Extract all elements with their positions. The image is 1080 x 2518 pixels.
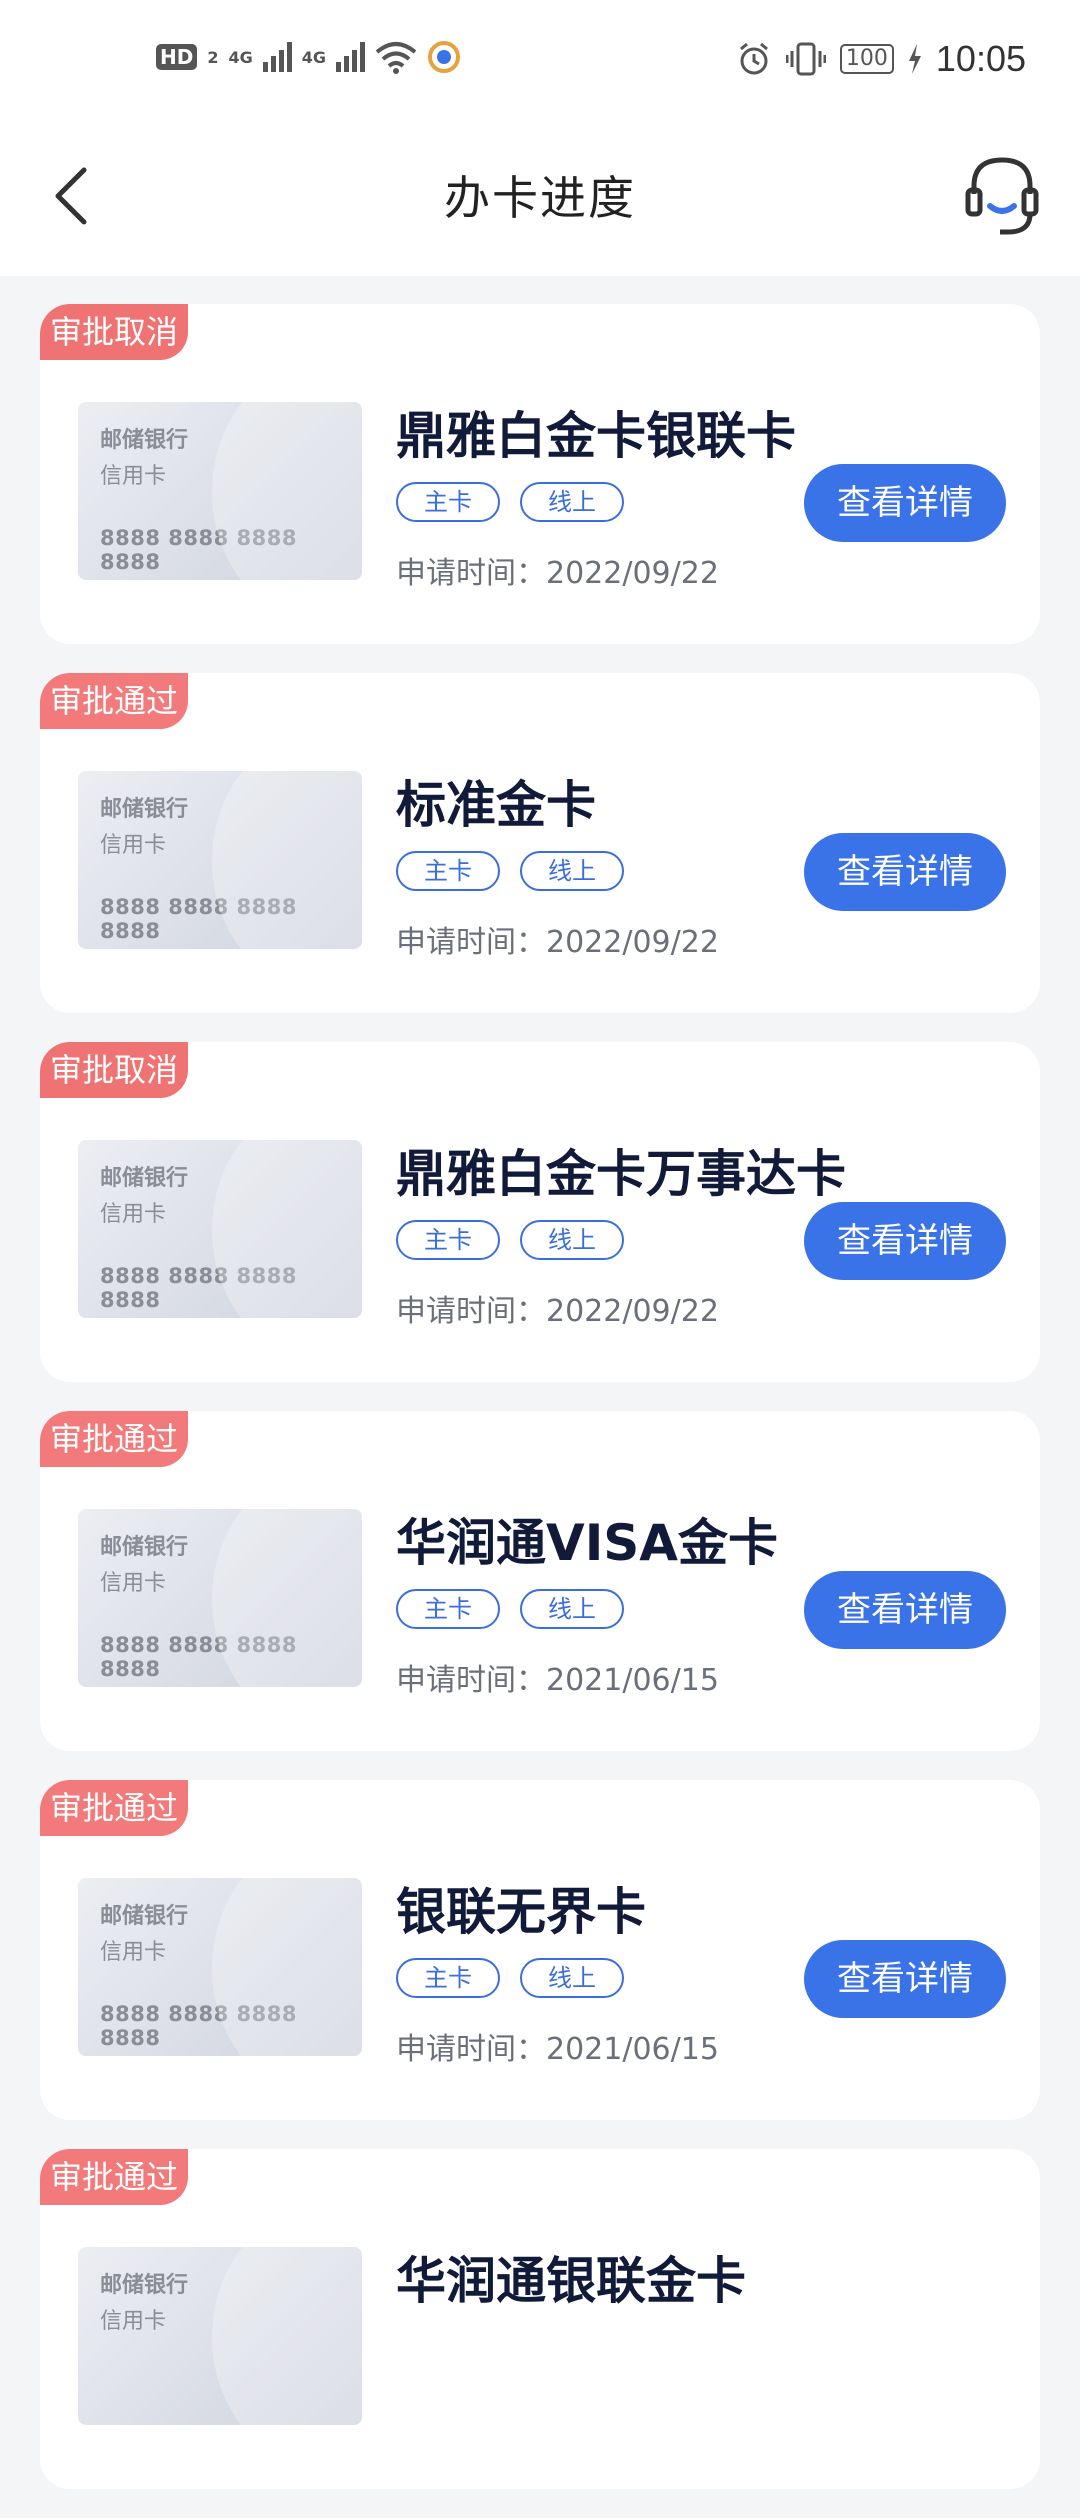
card-image-number: 8888 8888 8888 8888 (100, 1264, 297, 1312)
status-bar-right: 100 10:05 (736, 38, 1026, 80)
tag-online: 线上 (520, 482, 624, 522)
card-image-card-type: 信用卡 (100, 2309, 167, 2334)
application-card: 审批取消 邮储银行 信用卡 8888 8888 8888 8888 鼎雅白金卡银… (40, 304, 1040, 644)
signal-strength-icon-2 (336, 42, 366, 72)
page-title: 办卡进度 (444, 171, 636, 225)
vibrate-icon (785, 42, 826, 76)
battery-icon: 100 (839, 44, 894, 74)
card-product-name: 标准金卡 (396, 776, 596, 834)
card-image-card-type: 信用卡 (100, 464, 167, 489)
view-details-button[interactable]: 查看详情 (804, 1940, 1006, 2018)
alarm-icon (739, 42, 768, 75)
credit-card-image: 邮储银行 信用卡 (78, 2247, 362, 2425)
card-image-bank-name: 邮储银行 (100, 1535, 189, 1560)
application-time: 申请时间：2022/09/22 (396, 1294, 719, 1329)
card-image-number: 8888 8888 8888 8888 (100, 526, 297, 574)
approval-status-badge: 审批取消 (40, 1042, 189, 1098)
charging-icon (908, 44, 921, 74)
approval-status-badge: 审批通过 (40, 1780, 189, 1836)
app-notification-icon (428, 41, 461, 73)
tag-primary-card: 主卡 (396, 1589, 500, 1629)
approval-status-badge: 审批通过 (40, 673, 189, 729)
credit-card-image: 邮储银行 信用卡 8888 8888 8888 8888 (78, 1140, 362, 1318)
tag-primary-card: 主卡 (396, 482, 500, 522)
application-time: 申请时间：2022/09/22 (396, 925, 719, 960)
card-image-number: 8888 8888 8888 8888 (100, 895, 297, 943)
card-product-name: 华润通银联金卡 (396, 2252, 746, 2310)
application-time: 申请时间：2021/06/15 (396, 2032, 719, 2067)
view-details-button[interactable]: 查看详情 (804, 1571, 1006, 1649)
card-product-name: 鼎雅白金卡银联卡 (396, 407, 796, 465)
application-card: 审批取消 邮储银行 信用卡 8888 8888 8888 8888 鼎雅白金卡万… (40, 1042, 1040, 1382)
card-tags: 主卡 线上 (396, 1958, 624, 1998)
card-image-bank-name: 邮储银行 (100, 428, 189, 453)
wifi-icon (375, 42, 417, 74)
view-details-button[interactable]: 查看详情 (804, 1202, 1006, 1280)
view-details-button[interactable]: 查看详情 (804, 464, 1006, 542)
application-card: 审批通过 邮储银行 信用卡 华润通银联金卡 (40, 2149, 1040, 2489)
card-image-number: 8888 8888 8888 8888 (100, 2002, 297, 2050)
navigation-bar: 办卡进度 (0, 124, 1080, 276)
card-image-card-type: 信用卡 (100, 1940, 167, 1965)
approval-status-badge: 审批通过 (40, 2149, 189, 2205)
view-details-button[interactable]: 查看详情 (804, 833, 1006, 911)
tag-primary-card: 主卡 (396, 1220, 500, 1260)
status-bar-left: HD 2 4G 4G (156, 40, 461, 74)
credit-card-image: 邮储银行 信用卡 8888 8888 8888 8888 (78, 1509, 362, 1687)
network-type-1: 4G (228, 47, 253, 67)
approval-status-badge: 审批通过 (40, 1411, 189, 1467)
credit-card-image: 邮储银行 信用卡 8888 8888 8888 8888 (78, 402, 362, 580)
application-time: 申请时间：2022/09/22 (396, 556, 719, 591)
card-tags: 主卡 线上 (396, 851, 624, 891)
card-tags: 主卡 线上 (396, 1220, 624, 1260)
card-image-bank-name: 邮储银行 (100, 2273, 189, 2298)
tag-primary-card: 主卡 (396, 851, 500, 891)
hd-sim-number: 2 (207, 47, 219, 67)
customer-service-headset-icon[interactable] (964, 150, 1040, 240)
credit-card-image: 邮储银行 信用卡 8888 8888 8888 8888 (78, 1878, 362, 2056)
card-image-bank-name: 邮储银行 (100, 1166, 189, 1191)
card-application-list: 审批取消 邮储银行 信用卡 8888 8888 8888 8888 鼎雅白金卡银… (40, 304, 1040, 2518)
card-tags: 主卡 线上 (396, 1589, 624, 1629)
card-image-card-type: 信用卡 (100, 833, 167, 858)
tag-online: 线上 (520, 851, 624, 891)
approval-status-badge: 审批取消 (40, 304, 189, 360)
card-image-card-type: 信用卡 (100, 1571, 167, 1596)
signal-strength-icon (262, 42, 292, 72)
tag-online: 线上 (520, 1220, 624, 1260)
hd-voice-icon: HD (156, 44, 198, 70)
card-image-card-type: 信用卡 (100, 1202, 167, 1227)
card-product-name: 华润通VISA金卡 (396, 1514, 779, 1572)
card-image-number: 8888 8888 8888 8888 (100, 1633, 297, 1681)
credit-card-image: 邮储银行 信用卡 8888 8888 8888 8888 (78, 771, 362, 949)
tag-online: 线上 (520, 1958, 624, 1998)
card-product-name: 鼎雅白金卡万事达卡 (396, 1145, 846, 1203)
status-bar: HD 2 4G 4G 100 10:05 (0, 0, 1080, 124)
card-tags: 主卡 线上 (396, 482, 624, 522)
clock: 10:05 (935, 38, 1026, 79)
card-image-bank-name: 邮储银行 (100, 1904, 189, 1929)
tag-primary-card: 主卡 (396, 1958, 500, 1998)
card-image-bank-name: 邮储银行 (100, 797, 189, 822)
application-time: 申请时间：2021/06/15 (396, 1663, 719, 1698)
tag-online: 线上 (520, 1589, 624, 1629)
application-card: 审批通过 邮储银行 信用卡 8888 8888 8888 8888 银联无界卡 … (40, 1780, 1040, 2120)
network-type-2: 4G (301, 47, 327, 67)
card-product-name: 银联无界卡 (396, 1883, 646, 1941)
application-card: 审批通过 邮储银行 信用卡 8888 8888 8888 8888 标准金卡 主… (40, 673, 1040, 1013)
application-card: 审批通过 邮储银行 信用卡 8888 8888 8888 8888 华润通VIS… (40, 1411, 1040, 1751)
